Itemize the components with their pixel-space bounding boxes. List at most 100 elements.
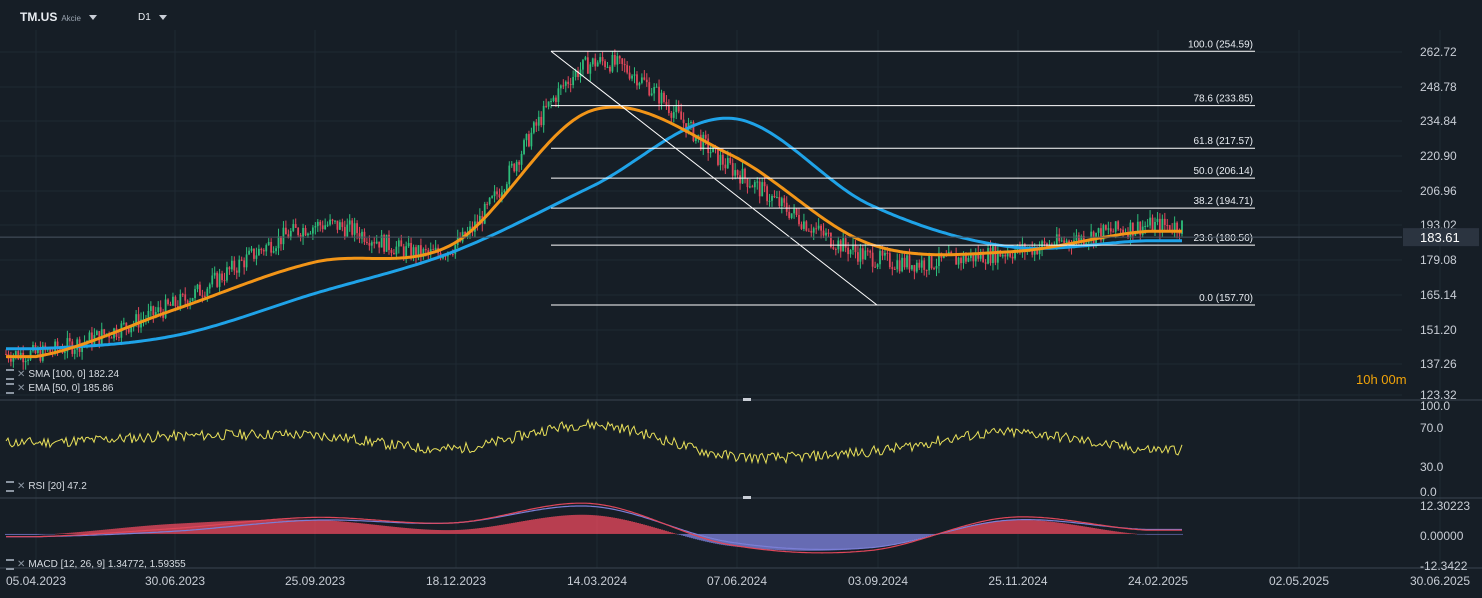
candle-body <box>518 161 521 165</box>
candle-body <box>771 195 773 201</box>
close-icon[interactable]: ✕ <box>17 383 25 394</box>
macd-histogram-bar <box>1163 533 1165 535</box>
trading-chart[interactable]: 262.72248.78234.84220.90206.96193.02179.… <box>0 0 1482 598</box>
macd-histogram-bar <box>1025 519 1027 534</box>
macd-histogram-bar <box>595 515 597 534</box>
sma-legend[interactable]: ✕ SMA [100, 0] 182.24 <box>6 369 119 380</box>
macd-histogram-bar <box>581 514 583 534</box>
macd-histogram-bar <box>753 533 755 549</box>
macd-histogram-bar <box>25 533 27 535</box>
macd-histogram-bar <box>119 528 121 534</box>
macd-histogram-bar <box>1017 519 1019 534</box>
macd-histogram-bar <box>329 520 331 534</box>
macd-histogram-bar <box>385 525 387 534</box>
candle-body <box>316 221 319 227</box>
candle-body <box>915 262 918 272</box>
fibonacci-label: 23.6 (180.56) <box>1194 233 1254 244</box>
menu-icon[interactable] <box>6 559 14 570</box>
candle-body <box>297 227 300 235</box>
candle-body <box>110 337 113 339</box>
symbol-selector[interactable]: TM.US Akcie <box>20 10 97 24</box>
candle-body <box>91 332 93 346</box>
menu-icon[interactable] <box>6 369 14 380</box>
candle-body <box>223 280 226 282</box>
macd-histogram-bar <box>421 529 423 534</box>
macd-histogram-bar <box>1145 533 1147 535</box>
rsi-legend[interactable]: ✕ RSI [20] 47.2 <box>6 481 87 492</box>
macd-histogram-bar <box>1153 533 1155 535</box>
macd-histogram-bar <box>1019 519 1021 534</box>
macd-histogram-bar <box>463 529 465 534</box>
macd-histogram-bar <box>839 533 841 551</box>
macd-histogram-bar <box>371 524 373 534</box>
candle-body <box>164 299 167 318</box>
macd-histogram-bar <box>301 519 303 534</box>
macd-histogram-bar <box>743 533 745 548</box>
candle-body <box>825 232 827 236</box>
candle-body <box>719 154 722 165</box>
macd-histogram-bar <box>1143 533 1145 535</box>
candle-body <box>282 227 285 245</box>
close-icon[interactable]: ✕ <box>17 369 25 380</box>
candle-body <box>680 111 683 120</box>
macd-histogram-bar <box>601 515 603 534</box>
macd-histogram-bar <box>561 515 563 534</box>
macd-histogram-bar <box>1147 533 1149 535</box>
macd-histogram-bar <box>1079 525 1081 534</box>
candle-body <box>208 284 211 289</box>
timeframe-selector[interactable]: D1 <box>138 12 167 23</box>
candle-body <box>262 250 265 252</box>
rsi-tick-label: 100.0 <box>1420 399 1450 413</box>
macd-histogram-bar <box>913 533 915 540</box>
macd-histogram-bar <box>661 529 663 534</box>
macd-histogram-bar <box>673 533 675 534</box>
candle-body <box>918 262 921 268</box>
macd-histogram-bar <box>881 533 883 547</box>
ema-legend[interactable]: ✕ EMA [50, 0] 185.86 <box>6 383 113 394</box>
time-tick-label: 05.04.2023 <box>6 574 66 588</box>
macd-histogram-bar <box>183 523 185 534</box>
candle-body <box>766 186 768 202</box>
macd-histogram-bar <box>345 521 347 534</box>
candle-body <box>213 272 216 276</box>
macd-histogram-bar <box>257 520 259 534</box>
macd-histogram-bar <box>1039 520 1041 534</box>
candle-body <box>616 56 619 65</box>
candle-body <box>591 58 594 65</box>
fibonacci-label: 0.0 (157.70) <box>1199 293 1253 304</box>
rsi-tick-label: 0.0 <box>1420 485 1437 499</box>
menu-icon[interactable] <box>6 481 14 492</box>
macd-histogram-bar <box>665 530 667 534</box>
candle-body <box>253 248 255 259</box>
candle-body <box>670 113 673 118</box>
close-icon[interactable]: ✕ <box>17 559 25 570</box>
candle-body <box>665 101 668 106</box>
macd-histogram-bar <box>531 519 533 534</box>
candle-body <box>852 245 854 250</box>
macd-histogram-bar <box>515 522 517 534</box>
candle-body <box>513 163 516 172</box>
close-icon[interactable]: ✕ <box>17 481 25 492</box>
macd-histogram-bar <box>349 522 351 534</box>
macd-histogram-bar <box>891 533 893 545</box>
macd-histogram-bar <box>293 519 295 534</box>
menu-icon[interactable] <box>6 383 14 394</box>
candle-body <box>721 154 724 165</box>
macd-histogram-bar <box>311 519 313 534</box>
macd-histogram-bar <box>5 533 7 535</box>
macd-histogram-bar <box>1175 533 1177 535</box>
candle-body <box>859 248 862 262</box>
candle-body <box>1109 228 1112 232</box>
macd-histogram-bar <box>605 516 607 534</box>
macd-histogram-bar <box>633 521 635 534</box>
macd-histogram-bar <box>251 520 253 534</box>
macd-histogram-bar <box>77 532 79 534</box>
macd-legend[interactable]: ✕ MACD [12, 26, 9] 1.34772, 1.59355 <box>6 559 186 570</box>
macd-histogram-bar <box>259 520 261 534</box>
candle-body <box>798 214 800 225</box>
macd-histogram-bar <box>1121 532 1123 534</box>
macd-histogram-bar <box>73 532 75 534</box>
macd-histogram-bar <box>295 519 297 534</box>
macd-tick-label: 0.00000 <box>1420 529 1464 543</box>
candle-body <box>655 86 658 88</box>
